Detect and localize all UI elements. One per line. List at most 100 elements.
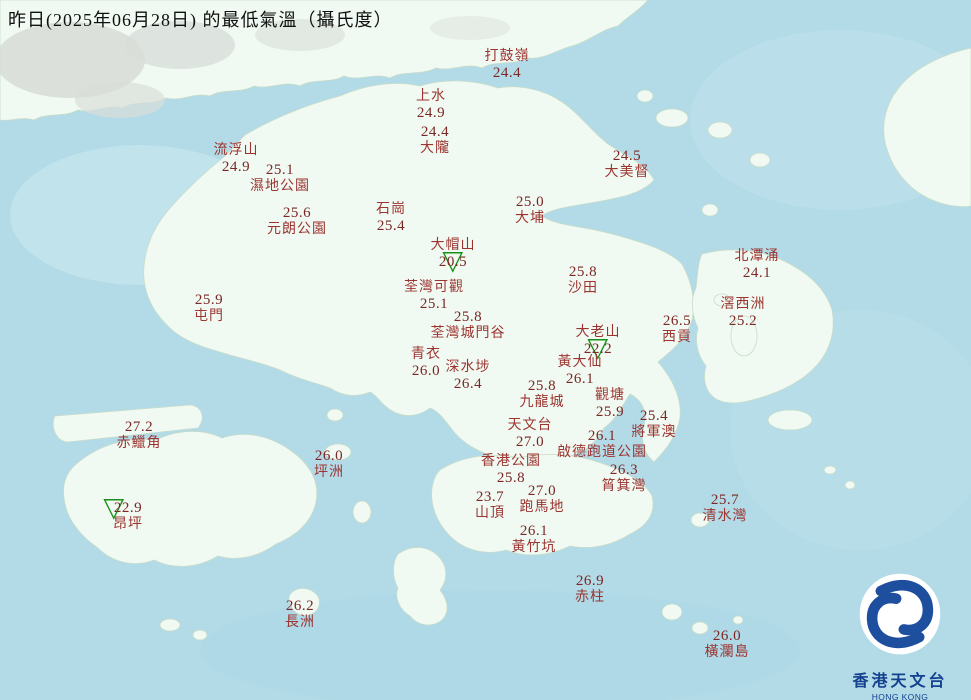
station-name: 啟德跑道公園 (557, 444, 647, 460)
temperature-value: 26.1 (565, 370, 595, 387)
weather-station: 荃灣城門谷 ▽25.8 (431, 309, 506, 341)
station-temperature: ▽26.1 (588, 428, 616, 445)
station-name: 大美督 (604, 164, 650, 180)
station-temperature: ▽26.9 (576, 573, 604, 590)
station-temperature: ▽26.2 (286, 598, 314, 615)
station-temperature: ▽26.0 (412, 362, 440, 379)
weather-station: 赤柱 ▽26.9 (575, 573, 605, 605)
station-temperature: ▽24.5 (613, 148, 641, 165)
station-name: 荃灣可觀 (404, 279, 464, 295)
hko-logo-block: 香港天文台 HONG KONG OBSERVATORY (838, 570, 962, 700)
station-temperature: ▽27.0 (528, 483, 556, 500)
temperature-value: 24.5 (612, 147, 642, 164)
station-temperature: ▽23.7 (476, 489, 504, 506)
temperature-value: 24.9 (221, 158, 251, 175)
weather-station: 跑馬地 ▽27.0 (520, 483, 565, 515)
station-name: 筲箕灣 (601, 478, 647, 494)
station-name: 滘西洲 (720, 296, 766, 312)
weather-station: 大隴 ▽24.4 (420, 124, 450, 156)
station-temperature: ▽25.8 (454, 309, 482, 326)
station-temperature: ▽25.8 (569, 264, 597, 281)
temperature-value: 25.8 (453, 308, 483, 325)
station-temperature: ▽25.8 (528, 378, 556, 395)
station-name: 北潭涌 (734, 248, 780, 264)
station-name: 黃竹坑 (511, 539, 557, 555)
temperature-value: 27.0 (515, 433, 545, 450)
temperature-value: 26.5 (662, 312, 692, 329)
temperature-value: 26.2 (285, 597, 315, 614)
station-name: 清水灣 (702, 508, 748, 524)
station-temperature: ▽25.4 (640, 408, 668, 425)
weather-station: 香港公園 ▽25.8 (481, 454, 541, 486)
temperature-value: 26.9 (575, 572, 605, 589)
weather-station: 坪洲 ▽26.0 (314, 448, 344, 480)
hko-logo-chinese: 香港天文台 (852, 673, 948, 690)
temperature-value: 25.8 (527, 377, 557, 394)
weather-station: 大埔 ▽25.0 (515, 194, 545, 226)
temperature-value: 24.9 (416, 104, 446, 121)
weather-station: 深水埗 ▽26.4 (446, 360, 491, 392)
temperature-value: 25.4 (376, 217, 406, 234)
station-temperature: ▽25.4 (377, 217, 405, 234)
page-title: 昨日(2025年06月28日) 的最低氣溫（攝氏度） (8, 10, 393, 30)
weather-station: 橫瀾島 ▽26.0 (705, 628, 750, 660)
station-temperature: ▽26.0 (315, 448, 343, 465)
station-temperature: ▽26.4 (454, 375, 482, 392)
station-temperature: ▽ 20.5 (439, 248, 467, 275)
temperature-value: 26.0 (712, 627, 742, 644)
min-temperature-map: 昨日(2025年06月28日) 的最低氣溫（攝氏度） 打鼓嶺 ▽24.4 上水 … (0, 0, 971, 700)
weather-station: 屯門 ▽25.9 (194, 292, 224, 324)
station-name: 屯門 (194, 308, 224, 324)
temperature-value: 26.0 (314, 447, 344, 464)
temperature-value: 25.9 (194, 291, 224, 308)
weather-station: 大老山 ▽ 22.2 (576, 325, 621, 362)
station-temperature: ▽25.9 (596, 403, 624, 420)
temperature-value: 26.0 (411, 362, 441, 379)
station-name: 深水埗 (445, 359, 491, 375)
weather-station: 荃灣可觀 ▽25.1 (404, 280, 464, 312)
weather-station: 天文台 ▽27.0 (508, 418, 553, 450)
station-temperature: ▽24.4 (421, 124, 449, 141)
temperature-value: 25.0 (515, 193, 545, 210)
station-name: 橫瀾島 (704, 644, 750, 660)
weather-station: 大美督 ▽24.5 (605, 148, 650, 180)
station-name: 荃灣城門谷 (430, 325, 506, 341)
station-name: 九龍城 (519, 394, 565, 410)
temperature-value: 23.7 (475, 488, 505, 505)
station-name: 長洲 (285, 614, 315, 630)
weather-station: 滘西洲 ▽25.2 (721, 297, 766, 329)
station-temperature: ▽26.1 (566, 370, 594, 387)
temperature-value: 25.6 (282, 204, 312, 221)
weather-station: 打鼓嶺 ▽24.4 (485, 49, 530, 81)
station-temperature: ▽24.9 (417, 104, 445, 121)
station-temperature: ▽25.6 (283, 205, 311, 222)
temperature-value: 24.4 (420, 123, 450, 140)
temperature-value: 25.9 (595, 403, 625, 420)
station-name: 青衣 (411, 346, 441, 362)
temperature-value: 25.2 (728, 312, 758, 329)
temperature-value: 27.0 (527, 482, 557, 499)
station-name: 流浮山 (213, 142, 259, 158)
temperature-value: 24.4 (492, 64, 522, 81)
weather-station: 昂坪 ▽ 22.9 (103, 494, 143, 532)
station-layer: 打鼓嶺 ▽24.4 上水 ▽24.9 大隴 ▽24.4 流浮山 ▽24.9 濕地… (0, 0, 971, 700)
station-name: 赤鱲角 (116, 435, 162, 451)
station-name: 上水 (416, 88, 446, 104)
station-temperature: ▽24.4 (493, 64, 521, 81)
station-temperature: ▽26.5 (663, 313, 691, 330)
station-temperature: ▽24.1 (743, 264, 771, 281)
temperature-value: 27.2 (124, 418, 154, 435)
weather-station: 黃竹坑 ▽26.1 (512, 523, 557, 555)
weather-station: 赤鱲角 ▽27.2 (117, 419, 162, 451)
temperature-value: 25.8 (568, 263, 598, 280)
station-temperature: ▽25.1 (266, 162, 294, 179)
weather-station: 啟德跑道公園 ▽26.1 (557, 428, 647, 460)
station-temperature: ▽26.3 (610, 462, 638, 479)
weather-station: 上水 ▽24.9 (416, 89, 446, 121)
station-name: 打鼓嶺 (484, 48, 530, 64)
station-name: 觀塘 (595, 387, 625, 403)
weather-station: 西貢 ▽26.5 (662, 313, 692, 345)
weather-station: 北潭涌 ▽24.1 (735, 249, 780, 281)
station-temperature: ▽24.9 (222, 158, 250, 175)
station-name: 石崗 (376, 201, 406, 217)
